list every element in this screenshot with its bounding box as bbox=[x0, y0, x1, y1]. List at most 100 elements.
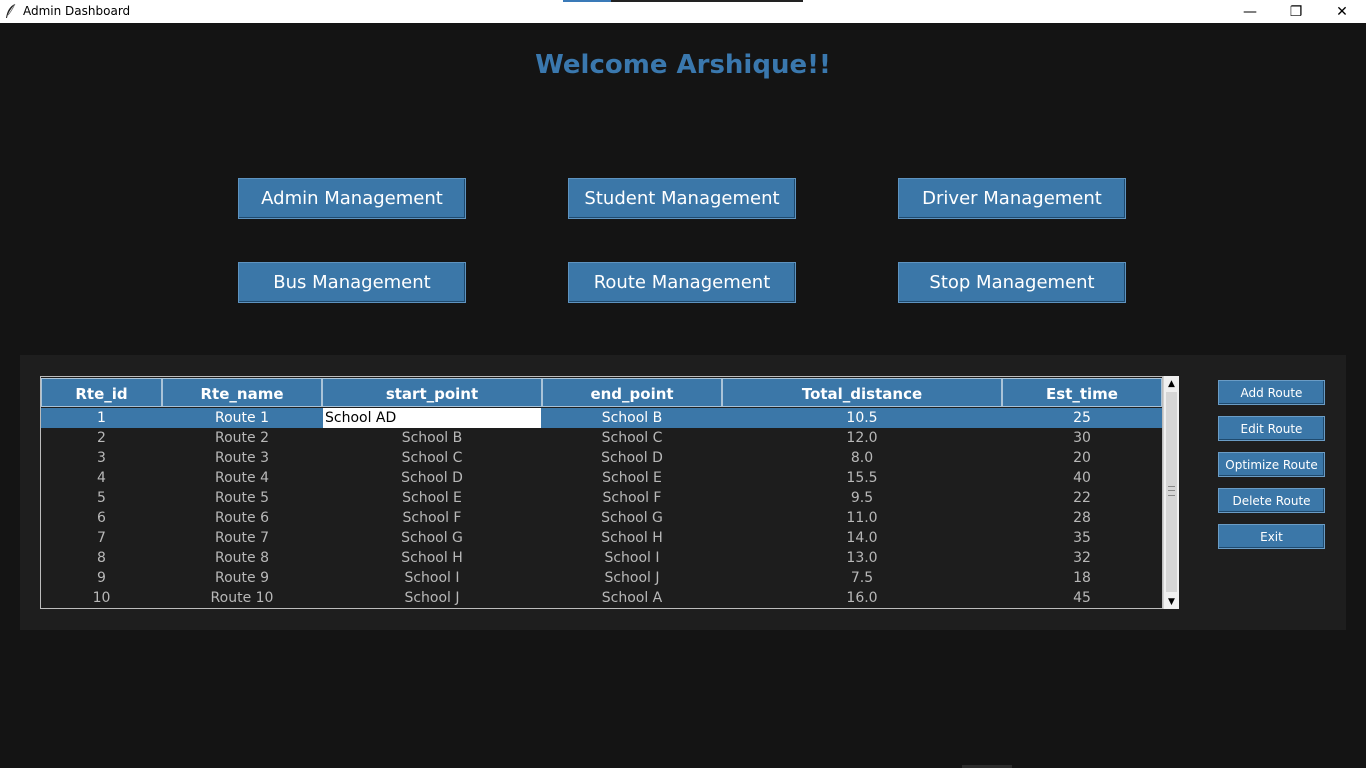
cell-end-point: School F bbox=[602, 490, 662, 506]
cell-rte-id: 4 bbox=[97, 470, 106, 486]
bus-management-button[interactable]: Bus Management bbox=[238, 262, 466, 303]
driver-management-button[interactable]: Driver Management bbox=[898, 178, 1126, 219]
cell-rte-name: Route 4 bbox=[215, 470, 269, 486]
table-scrollbar[interactable]: ▲ ▼ bbox=[1163, 376, 1179, 609]
cell-end-point: School C bbox=[601, 430, 663, 446]
cell-start-point: School D bbox=[401, 470, 463, 486]
cell-est-time: 35 bbox=[1073, 530, 1091, 546]
edit-route-button[interactable]: Edit Route bbox=[1218, 416, 1325, 441]
close-button[interactable]: ✕ bbox=[1319, 0, 1365, 23]
cell-total-distance: 10.5 bbox=[846, 410, 878, 426]
window-titlebar: Admin Dashboard — ❐ ✕ bbox=[0, 0, 1366, 23]
table-row[interactable]: 1 Route 1 School B 10.5 25 bbox=[41, 408, 1162, 428]
cell-end-point: School E bbox=[602, 470, 662, 486]
cell-est-time: 28 bbox=[1073, 510, 1091, 526]
stop-management-button[interactable]: Stop Management bbox=[898, 262, 1126, 303]
cell-rte-id: 5 bbox=[97, 490, 106, 506]
cell-start-point: School B bbox=[401, 430, 463, 446]
cell-total-distance: 11.0 bbox=[846, 510, 878, 526]
table-body: 1 Route 1 School B 10.5 2 5 2 Route 2 School B Sc… bbox=[41, 408, 1162, 608]
cell-start-point: School J bbox=[404, 590, 460, 606]
route-management-button[interactable]: Route Management bbox=[568, 262, 796, 303]
routes-table[interactable]: Rte_id Rte_name start_point end_point To… bbox=[40, 376, 1163, 609]
delete-route-button[interactable]: Delete Route bbox=[1218, 488, 1325, 513]
table-row[interactable]: 5 Route 5 School E School F 9.5 22 bbox=[41, 488, 1162, 508]
cell-rte-id: 9 bbox=[97, 570, 106, 586]
cell-est-time: 18 bbox=[1073, 570, 1091, 586]
cell-end-point: School I bbox=[604, 550, 660, 566]
column-header-rte-name[interactable]: Rte_name bbox=[162, 378, 322, 407]
exit-button[interactable]: Exit bbox=[1218, 524, 1325, 549]
scroll-down-arrow-icon[interactable]: ▼ bbox=[1164, 594, 1179, 609]
cell-rte-id: 6 bbox=[97, 510, 106, 526]
cell-rte-id: 7 bbox=[97, 530, 106, 546]
table-row[interactable]: 3 Route 3 School C School D 8.0 20 bbox=[41, 448, 1162, 468]
optimize-route-button[interactable]: Optimize Route bbox=[1218, 452, 1325, 477]
cell-rte-id: 8 bbox=[97, 550, 106, 566]
cell-rte-id: 2 bbox=[97, 430, 106, 446]
cell-rte-name: Route 10 bbox=[210, 590, 274, 606]
cell-total-distance: 8.0 bbox=[850, 450, 874, 466]
cell-end-point: School J bbox=[604, 570, 660, 586]
cell-est-time: 45 bbox=[1073, 590, 1091, 606]
cell-rte-name: Route 3 bbox=[215, 450, 269, 466]
table-header: Rte_id Rte_name start_point end_point To… bbox=[41, 377, 1162, 408]
cell-end-point: School B bbox=[601, 410, 663, 426]
cell-rte-id: 3 bbox=[97, 450, 106, 466]
cell-est-time: 22 bbox=[1073, 490, 1091, 506]
table-row[interactable]: 8 Route 8 School H School I 13.0 32 bbox=[41, 548, 1162, 568]
cell-est-time: 20 bbox=[1073, 450, 1091, 466]
cell-end-point: School G bbox=[601, 510, 663, 526]
taskbar-indicator bbox=[563, 0, 803, 2]
table-row[interactable]: 10 Route 10 School J School A 16.0 45 bbox=[41, 588, 1162, 608]
column-header-end-point[interactable]: end_point bbox=[542, 378, 722, 407]
table-row[interactable]: 6 Route 6 School F School G 11.0 28 bbox=[41, 508, 1162, 528]
admin-management-button[interactable]: Admin Management bbox=[238, 178, 466, 219]
welcome-heading: Welcome Arshique!! bbox=[535, 50, 831, 80]
cell-start-point: School C bbox=[401, 450, 463, 466]
cell-total-distance: 14.0 bbox=[846, 530, 878, 546]
cell-rte-name: Route 6 bbox=[215, 510, 269, 526]
start-point-edit-input[interactable] bbox=[323, 408, 541, 428]
cell-total-distance: 12.0 bbox=[846, 430, 878, 446]
cell-start-point: School F bbox=[402, 510, 462, 526]
restore-button[interactable]: ❐ bbox=[1273, 0, 1319, 23]
cell-total-distance: 7.5 bbox=[850, 570, 874, 586]
cell-rte-name: Route 7 bbox=[215, 530, 269, 546]
cell-rte-id: 1 bbox=[97, 410, 106, 426]
cell-start-point: School E bbox=[402, 490, 462, 506]
cell-rte-name: Route 9 bbox=[215, 570, 269, 586]
minimize-button[interactable]: — bbox=[1227, 0, 1273, 23]
window-title: Admin Dashboard bbox=[23, 4, 131, 18]
cell-rte-id: 10 bbox=[92, 590, 111, 606]
scroll-up-arrow-icon[interactable]: ▲ bbox=[1164, 376, 1179, 391]
column-header-est-time[interactable]: Est_time bbox=[1002, 378, 1162, 407]
cell-rte-name: Route 5 bbox=[215, 490, 269, 506]
student-management-button[interactable]: Student Management bbox=[568, 178, 796, 219]
cell-total-distance: 9.5 bbox=[850, 490, 874, 506]
column-header-rte-id[interactable]: Rte_id bbox=[41, 378, 162, 407]
add-route-button[interactable]: Add Route bbox=[1218, 380, 1325, 405]
cell-rte-name: Route 1 bbox=[215, 410, 269, 426]
table-row[interactable]: 4 Route 4 School D School E 15.5 40 bbox=[41, 468, 1162, 488]
column-header-start-point[interactable]: start_point bbox=[322, 378, 542, 407]
table-row[interactable]: 7 Route 7 School G School H 14.0 35 bbox=[41, 528, 1162, 548]
cell-end-point: School A bbox=[601, 590, 663, 606]
cell-total-distance: 16.0 bbox=[846, 590, 878, 606]
cell-est-time: 40 bbox=[1073, 470, 1091, 486]
cell-est-time: 30 bbox=[1073, 430, 1091, 446]
table-row[interactable]: 2 Route 2 School B School C 12.0 30 bbox=[41, 428, 1162, 448]
cell-rte-name: Route 2 bbox=[215, 430, 269, 446]
scrollbar-grip-icon bbox=[1168, 486, 1175, 496]
cell-start-point: School H bbox=[401, 550, 463, 566]
cell-est-time: 32 bbox=[1073, 550, 1091, 566]
table-row[interactable]: 9 Route 9 School I School J 7.5 18 bbox=[41, 568, 1162, 588]
column-header-total-distance[interactable]: Total_distance bbox=[722, 378, 1002, 407]
cell-total-distance: 15.5 bbox=[846, 470, 878, 486]
feather-icon bbox=[6, 3, 16, 18]
cell-start-point: School G bbox=[401, 530, 463, 546]
cell-end-point: School H bbox=[601, 530, 663, 546]
cell-total-distance: 13.0 bbox=[846, 550, 878, 566]
cell-end-point: School D bbox=[601, 450, 663, 466]
cell-start-point: School I bbox=[404, 570, 460, 586]
